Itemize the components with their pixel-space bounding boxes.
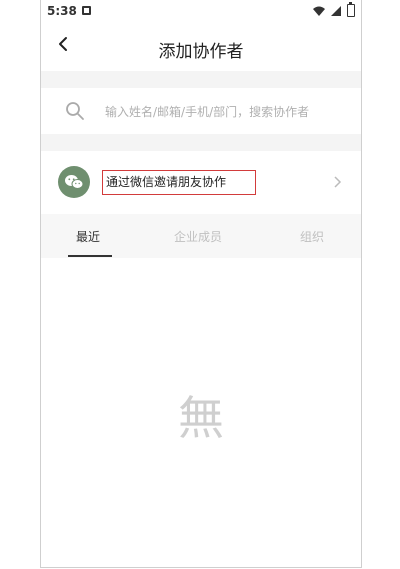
nav-bar: 添加协作者 [41, 22, 361, 70]
tab-recent[interactable]: 最近 [76, 228, 100, 245]
empty-content: 無 [41, 258, 361, 567]
empty-state-mark: 無 [178, 391, 224, 445]
page-title: 添加协作者 [158, 42, 244, 62]
app-frame: 5:38 添加协作者 输入姓名/邮箱/手机/部门，搜索协作者 通过微信邀请朋友协… [40, 0, 362, 568]
signal-icon [331, 5, 341, 16]
notification-icon [82, 6, 91, 15]
tab-enterprise-members[interactable]: 企业成员 [174, 228, 222, 245]
tab-organization[interactable]: 组织 [300, 228, 324, 245]
status-bar: 5:38 [41, 0, 361, 22]
section-divider [41, 71, 361, 88]
wechat-icon [58, 166, 90, 198]
battery-icon [347, 2, 355, 17]
status-time: 5:38 [47, 4, 77, 18]
status-icons [313, 2, 355, 17]
search-input[interactable] [103, 100, 361, 124]
member-tabs: 最近 企业成员 组织 [41, 214, 361, 258]
chevron-right-icon [334, 176, 342, 188]
invite-wechat-label: 通过微信邀请朋友协作 [102, 170, 256, 195]
active-tab-indicator [68, 255, 112, 257]
invite-wechat-row[interactable]: 通过微信邀请朋友协作 [41, 151, 361, 214]
section-divider [41, 134, 361, 151]
search-bar [41, 88, 361, 134]
search-icon [66, 102, 84, 120]
wechat-glyph-icon [65, 175, 84, 189]
wifi-icon [313, 6, 325, 16]
